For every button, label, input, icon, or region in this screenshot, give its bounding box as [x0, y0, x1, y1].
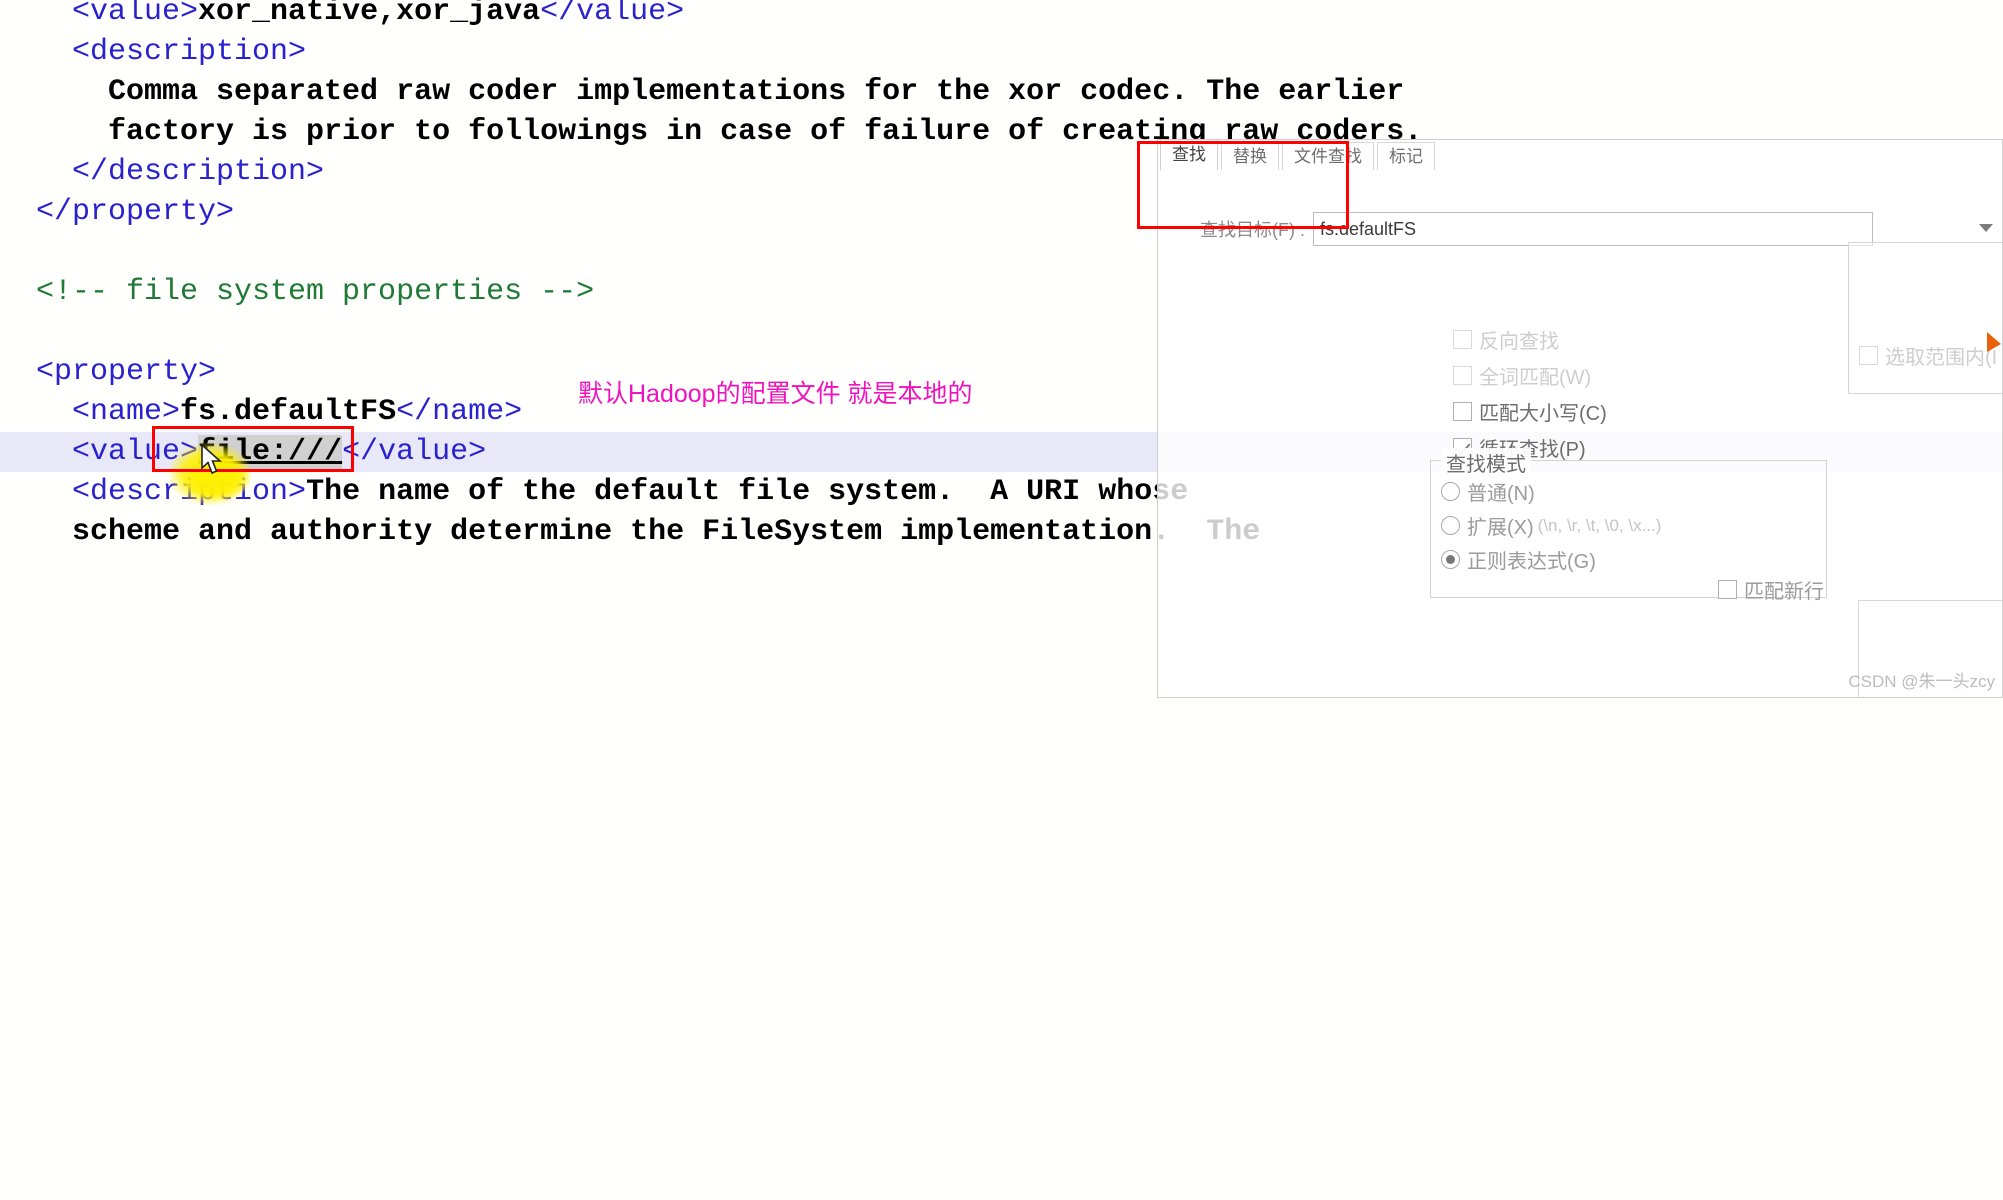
radio-regex-label: 正则表达式(G) — [1467, 551, 1596, 573]
watermark: CSDN @朱一头zcy — [1848, 672, 1995, 691]
checkbox-match-newline[interactable] — [1718, 580, 1737, 599]
code-line-selected-value[interactable]: <value>file:///</value> — [0, 432, 486, 472]
option-match-case-label: 匹配大小写(C) — [1479, 403, 1607, 425]
tab-find[interactable]: 查找 — [1160, 140, 1218, 170]
tab-mark[interactable]: 标记 — [1377, 142, 1435, 170]
option-whole-word-label: 全词匹配(W) — [1479, 367, 1592, 389]
pink-annotation-text: 默认Hadoop的配置文件 就是本地的 — [578, 380, 973, 408]
code-line: <description> — [0, 35, 307, 69]
radio-normal-label: 普通(N) — [1467, 483, 1535, 505]
checkbox-whole-word[interactable] — [1453, 366, 1472, 385]
code-line: Comma separated raw coder implementation… — [0, 75, 1405, 109]
tab-find-in-files[interactable]: 文件查找 — [1282, 142, 1374, 170]
radio-extended-suffix: (\n, \r, \t, \0, \x...) — [1537, 515, 1662, 535]
checkbox-match-case[interactable] — [1453, 402, 1472, 421]
code-line: <name>fs.defaultFS</name> — [0, 395, 523, 429]
search-mode-title: 查找模式 — [1441, 448, 1531, 477]
radio-normal-row[interactable]: 普通(N) — [1441, 477, 1826, 506]
checkbox-backward-search[interactable] — [1453, 330, 1472, 349]
code-line-comment: <!-- file system properties --> — [0, 275, 595, 309]
radio-extended-row[interactable]: 扩展(X) (\n, \r, \t, \0, \x...) — [1441, 511, 1826, 540]
find-target-combo-extension[interactable] — [1873, 212, 2002, 246]
code-line: </property> — [0, 195, 235, 229]
radio-extended-label: 扩展(X) — [1467, 517, 1534, 539]
option-backward-label: 反向查找 — [1479, 331, 1559, 353]
dialog-body: 查找目标(F) : 选取范围内(I 反向查找 全词匹配(W) — [1158, 170, 2002, 697]
radio-normal[interactable] — [1441, 482, 1460, 501]
match-newline-label: 匹配新行 — [1744, 581, 1824, 603]
find-target-label: 查找目标(F) : — [1200, 220, 1305, 240]
find-dialog[interactable]: 查找 替换 文件查找 标记 查找目标(F) : 选取范围内(I — [1157, 139, 2003, 698]
code-line: <description>The name of the default fil… — [0, 475, 1189, 509]
option-match-case-row[interactable]: 匹配大小写(C) — [1453, 397, 1607, 426]
option-backward-row[interactable]: 反向查找 — [1453, 325, 1607, 354]
code-line: <property> — [0, 355, 217, 389]
selected-text[interactable]: file:/// — [198, 435, 343, 469]
scope-checkbox-row[interactable]: 选取范围内(I — [1859, 341, 1997, 370]
find-target-input[interactable] — [1314, 212, 1872, 246]
code-line: scheme and authority determine the FileS… — [0, 515, 1261, 549]
dialog-tab-bar[interactable]: 查找 替换 文件查找 标记 — [1160, 140, 1438, 170]
tab-replace[interactable]: 替换 — [1221, 142, 1279, 170]
option-whole-word-row[interactable]: 全词匹配(W) — [1453, 361, 1607, 390]
checkbox-scope[interactable] — [1859, 346, 1878, 365]
match-newline-row[interactable]: 匹配新行 — [1718, 575, 1824, 604]
code-line: </description> — [0, 155, 325, 189]
code-line: <value>xor_native,xor_java</value> — [0, 0, 685, 29]
scope-checkbox-label: 选取范围内(I — [1885, 347, 1998, 369]
radio-extended[interactable] — [1441, 516, 1460, 535]
scope-panel: 选取范围内(I — [1848, 242, 2002, 394]
radio-regular-expression[interactable] — [1441, 550, 1460, 569]
find-target-row: 查找目标(F) : — [1200, 212, 2002, 246]
radio-regex-row[interactable]: 正则表达式(G) — [1441, 545, 1826, 574]
chevron-down-icon[interactable] — [1979, 224, 1993, 232]
find-target-input-wrap[interactable] — [1313, 212, 1873, 246]
